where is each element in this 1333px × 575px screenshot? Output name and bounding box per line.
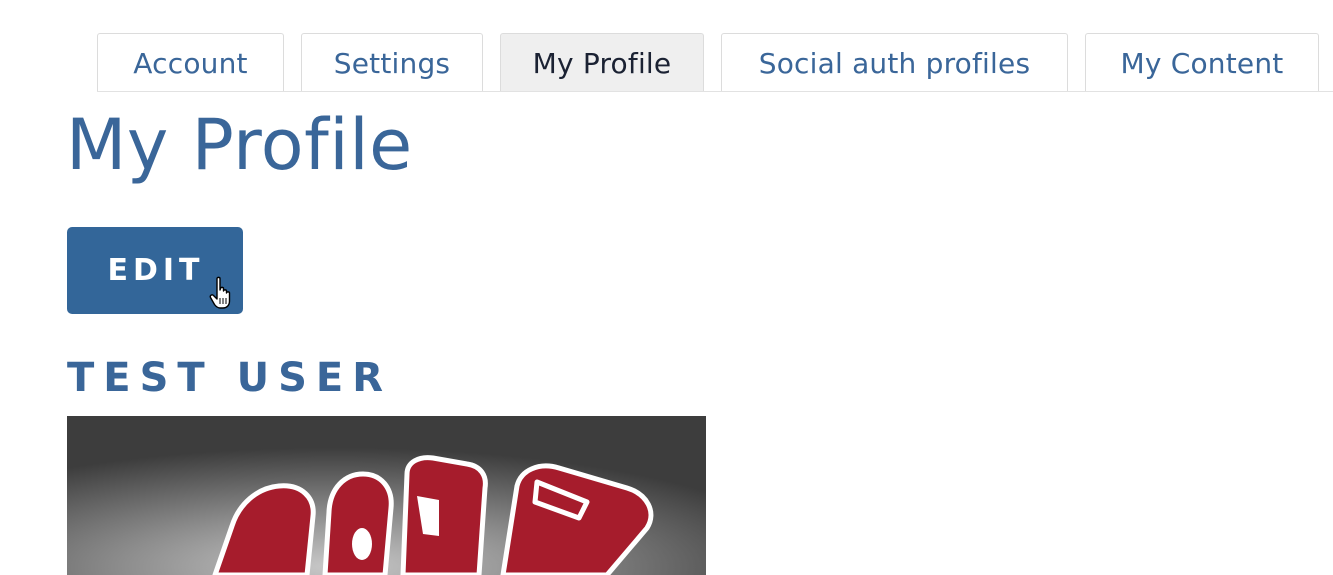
account-tabs: Account Settings My Profile Social auth … <box>97 33 1319 92</box>
profile-picture <box>67 416 706 575</box>
tab-settings[interactable]: Settings <box>301 33 483 92</box>
profile-page: Account Settings My Profile Social auth … <box>0 0 1333 575</box>
page-title: My Profile <box>66 104 413 186</box>
tab-my-profile[interactable]: My Profile <box>500 33 704 92</box>
user-name: TEST USER <box>67 355 393 401</box>
tabs-divider <box>97 91 1333 92</box>
tab-social-auth-profiles[interactable]: Social auth profiles <box>721 33 1068 92</box>
tab-my-content[interactable]: My Content <box>1085 33 1319 92</box>
profile-picture-art <box>67 416 706 575</box>
hand-pointer-icon <box>209 276 231 309</box>
tab-account[interactable]: Account <box>97 33 284 92</box>
